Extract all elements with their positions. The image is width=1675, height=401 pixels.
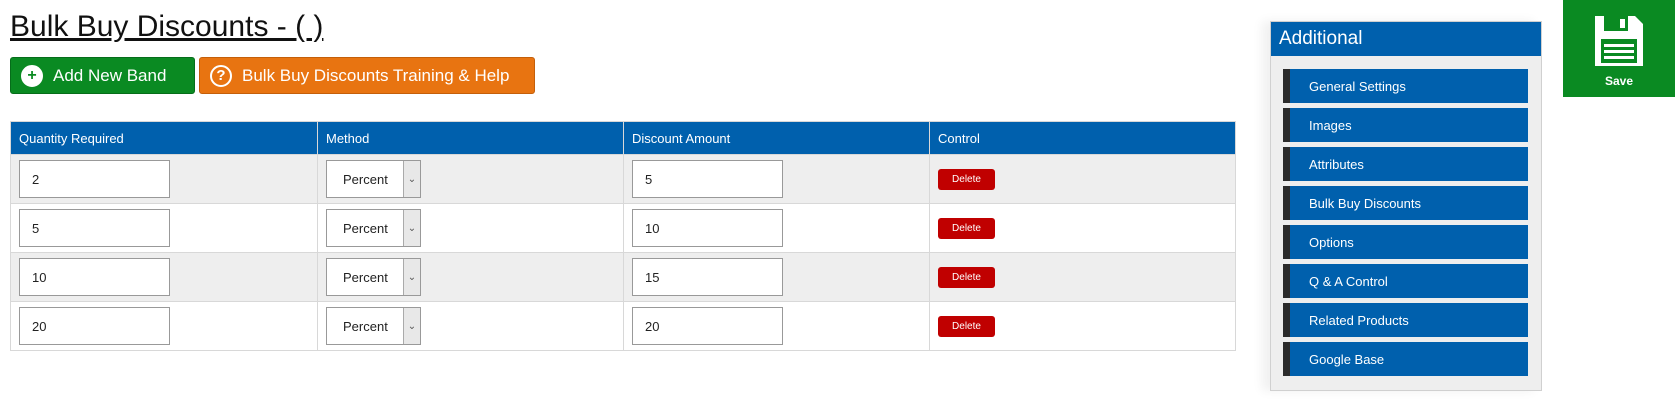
quantity-input[interactable]: 5: [19, 209, 170, 247]
main-content: Bulk Buy Discounts - ( ) + Add New Band …: [10, 0, 1236, 401]
sidebar-item-google-base[interactable]: Google Base: [1283, 342, 1528, 376]
training-help-label: Bulk Buy Discounts Training & Help: [242, 65, 510, 85]
training-help-button[interactable]: ? Bulk Buy Discounts Training & Help: [199, 57, 535, 94]
quantity-cell: 10: [10, 252, 318, 302]
sidebar-item-related-products[interactable]: Related Products: [1283, 303, 1528, 337]
header-method: Method: [317, 121, 624, 155]
discount-cell: 5: [623, 154, 930, 204]
method-cell: Percent ⌄: [317, 301, 624, 351]
page-title: Bulk Buy Discounts - ( ): [10, 10, 324, 43]
sidebar-item-qa-control[interactable]: Q & A Control: [1283, 264, 1528, 298]
chevron-down-icon: ⌄: [403, 308, 420, 344]
method-select[interactable]: Percent ⌄: [326, 307, 421, 345]
method-cell: Percent ⌄: [317, 252, 624, 302]
delete-button[interactable]: Delete: [938, 217, 995, 239]
bulk-discount-table: Quantity Required Method Discount Amount…: [10, 121, 1236, 351]
control-cell: Delete: [929, 301, 1236, 351]
add-new-band-button[interactable]: + Add New Band: [10, 57, 195, 94]
quantity-input[interactable]: 2: [19, 160, 170, 198]
table-header-row: Quantity Required Method Discount Amount…: [10, 121, 1236, 155]
sidebar-title: Additional: [1271, 22, 1541, 56]
control-cell: Delete: [929, 154, 1236, 204]
delete-button[interactable]: Delete: [938, 315, 995, 337]
delete-button[interactable]: Delete: [938, 266, 995, 288]
table-row: 20 Percent ⌄ 20 Delete: [10, 301, 1236, 351]
discount-input[interactable]: 20: [632, 307, 783, 345]
discount-cell: 15: [623, 252, 930, 302]
header-discount-amount: Discount Amount: [623, 121, 930, 155]
delete-button[interactable]: Delete: [938, 168, 995, 190]
method-value: Percent: [343, 220, 388, 236]
method-cell: Percent ⌄: [317, 154, 624, 204]
table-row: 5 Percent ⌄ 10 Delete: [10, 203, 1236, 253]
method-select[interactable]: Percent ⌄: [326, 258, 421, 296]
chevron-down-icon: ⌄: [403, 259, 420, 295]
discount-cell: 20: [623, 301, 930, 351]
control-cell: Delete: [929, 203, 1236, 253]
sidebar-item-options[interactable]: Options: [1283, 225, 1528, 259]
sidebar-item-bulk-buy-discounts[interactable]: Bulk Buy Discounts: [1283, 186, 1528, 220]
discount-input[interactable]: 5: [632, 160, 783, 198]
header-quantity-required: Quantity Required: [10, 121, 318, 155]
chevron-down-icon: ⌄: [403, 210, 420, 246]
chevron-down-icon: ⌄: [403, 161, 420, 197]
quantity-cell: 20: [10, 301, 318, 351]
quantity-cell: 2: [10, 154, 318, 204]
discount-input[interactable]: 15: [632, 258, 783, 296]
additional-sidebar: Additional General Settings Images Attri…: [1270, 21, 1542, 391]
discount-input[interactable]: 10: [632, 209, 783, 247]
save-label: Save: [1604, 74, 1634, 88]
sidebar-item-general-settings[interactable]: General Settings: [1283, 69, 1528, 103]
plus-circle-icon: +: [21, 64, 43, 87]
method-cell: Percent ⌄: [317, 203, 624, 253]
sidebar-item-images[interactable]: Images: [1283, 108, 1528, 142]
add-new-band-label: Add New Band: [53, 65, 167, 85]
method-select[interactable]: Percent ⌄: [326, 209, 421, 247]
save-button[interactable]: Save: [1563, 0, 1675, 97]
quantity-input[interactable]: 20: [19, 307, 170, 345]
quantity-cell: 5: [10, 203, 318, 253]
quantity-input[interactable]: 10: [19, 258, 170, 296]
method-value: Percent: [343, 318, 388, 334]
header-control: Control: [929, 121, 1236, 155]
sidebar-item-attributes[interactable]: Attributes: [1283, 147, 1528, 181]
floppy-disk-icon: [1595, 16, 1643, 66]
method-select[interactable]: Percent ⌄: [326, 160, 421, 198]
table-row: 2 Percent ⌄ 5 Delete: [10, 154, 1236, 204]
table-row: 10 Percent ⌄ 15 Delete: [10, 252, 1236, 302]
question-circle-icon: ?: [210, 64, 232, 87]
method-value: Percent: [343, 269, 388, 285]
method-value: Percent: [343, 171, 388, 187]
control-cell: Delete: [929, 252, 1236, 302]
discount-cell: 10: [623, 203, 930, 253]
